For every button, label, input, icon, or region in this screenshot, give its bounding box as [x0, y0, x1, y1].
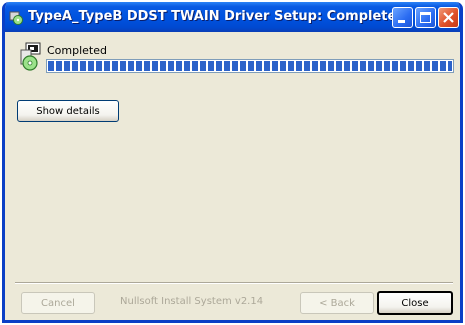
cancel-button[interactable]: Cancel — [21, 292, 95, 314]
status-label: Completed — [47, 44, 107, 57]
installer-icon — [8, 9, 24, 25]
cancel-label: Cancel — [41, 297, 75, 309]
maximize-button[interactable] — [415, 7, 436, 28]
installer-cd-icon — [17, 40, 49, 72]
progress-fill — [48, 61, 452, 71]
progress-bar — [46, 59, 454, 73]
installer-window: TypeA_TypeB DDST TWAIN Driver Setup: Com… — [2, 2, 463, 323]
close-window-button[interactable] — [438, 7, 459, 28]
back-button[interactable]: < Back — [300, 292, 374, 314]
title-bar[interactable]: TypeA_TypeB DDST TWAIN Driver Setup: Com… — [5, 2, 460, 32]
close-icon — [443, 12, 454, 23]
installer-body: Completed Show details Cancel Nullsoft I… — [5, 32, 460, 320]
maximize-icon — [420, 12, 431, 23]
show-details-label: Show details — [36, 105, 100, 117]
footer-divider — [15, 282, 453, 284]
back-label: < Back — [319, 297, 355, 309]
close-label: Close — [401, 297, 429, 309]
window-title: TypeA_TypeB DDST TWAIN Driver Setup: Com… — [28, 9, 406, 24]
close-button[interactable]: Close — [377, 291, 453, 315]
minimize-button[interactable] — [392, 7, 413, 28]
branding-text: Nullsoft Install System v2.14 — [120, 296, 264, 307]
show-details-button[interactable]: Show details — [17, 100, 119, 122]
minimize-icon — [398, 20, 405, 23]
